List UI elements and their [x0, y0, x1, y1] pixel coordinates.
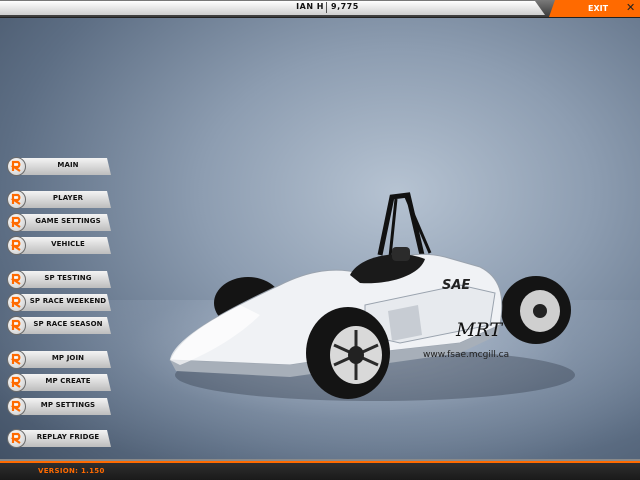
- menu-replay-fridge-button[interactable]: REPLAY FRIDGE: [7, 429, 111, 448]
- rfactor-logo-icon: [7, 397, 26, 416]
- vehicle-preview[interactable]: SAE MRT www.fsae.mcgill.ca: [160, 185, 580, 415]
- rfactor-logo-icon: [7, 190, 26, 209]
- menu-vehicle-button[interactable]: VEHICLE: [7, 236, 111, 255]
- menu-game-settings-button[interactable]: GAME SETTINGS: [7, 213, 111, 232]
- rfactor-logo-icon: [7, 350, 26, 369]
- rfactor-logo-icon: [7, 236, 26, 255]
- menu-sp-race-season-button[interactable]: SP RACE SEASON: [7, 316, 111, 335]
- rfactor-logo-icon: [7, 213, 26, 232]
- front-right-hub: [348, 346, 364, 364]
- menu-sp-testing-label: SP TESTING: [44, 274, 92, 282]
- rear-right-hub: [533, 304, 547, 318]
- menu-mp-join-label: MP JOIN: [51, 354, 85, 362]
- menu-vehicle-label: VEHICLE: [51, 240, 85, 248]
- player-score: 9,775: [331, 2, 359, 11]
- rfactor-logo-icon: [7, 270, 26, 289]
- roll-hoop: [377, 192, 425, 256]
- menu-sp-race-weekend-button[interactable]: SP RACE WEEKEND: [7, 293, 111, 312]
- menu-mp-settings-label: MP SETTINGS: [40, 401, 96, 409]
- menu-mp-settings-button[interactable]: MP SETTINGS: [7, 397, 111, 416]
- menu-mp-join-button[interactable]: MP JOIN: [7, 350, 111, 369]
- seat-headrest: [392, 247, 410, 261]
- menu-game-settings-label: GAME SETTINGS: [35, 217, 101, 225]
- rfactor-logo-icon: [7, 429, 26, 448]
- mrt-decal: MRT: [455, 319, 503, 341]
- menu-sp-race-weekend-label: SP RACE WEEKEND: [29, 297, 107, 305]
- menu-mp-create-label: MP CREATE: [45, 377, 91, 385]
- player-name: IAN H: [296, 2, 324, 11]
- menu-mp-create-button[interactable]: MP CREATE: [7, 373, 111, 392]
- rfactor-logo-icon: [7, 293, 26, 312]
- version-label: VERSION: 1.150: [38, 467, 105, 475]
- sae-decal: SAE: [442, 278, 470, 293]
- menu-sp-testing-button[interactable]: SP TESTING: [7, 270, 111, 289]
- menu-sp-race-season-label: SP RACE SEASON: [33, 320, 103, 328]
- menu-main-label: MAIN: [57, 161, 79, 169]
- rfactor-logo-icon: [7, 157, 26, 176]
- menu-player-label: PLAYER: [52, 194, 84, 202]
- menu-player-button[interactable]: PLAYER: [7, 190, 111, 209]
- close-icon[interactable]: ✕: [626, 1, 635, 15]
- exit-label[interactable]: EXIT: [588, 4, 608, 13]
- menu-replay-fridge-label: REPLAY FRIDGE: [36, 433, 100, 441]
- url-decal: www.fsae.mcgill.ca: [423, 350, 509, 360]
- rfactor-logo-icon: [7, 316, 26, 335]
- sidepod-intake: [388, 305, 422, 341]
- rfactor-logo-icon: [7, 373, 26, 392]
- menu-main-button[interactable]: MAIN: [7, 157, 111, 176]
- player-divider: [326, 2, 327, 13]
